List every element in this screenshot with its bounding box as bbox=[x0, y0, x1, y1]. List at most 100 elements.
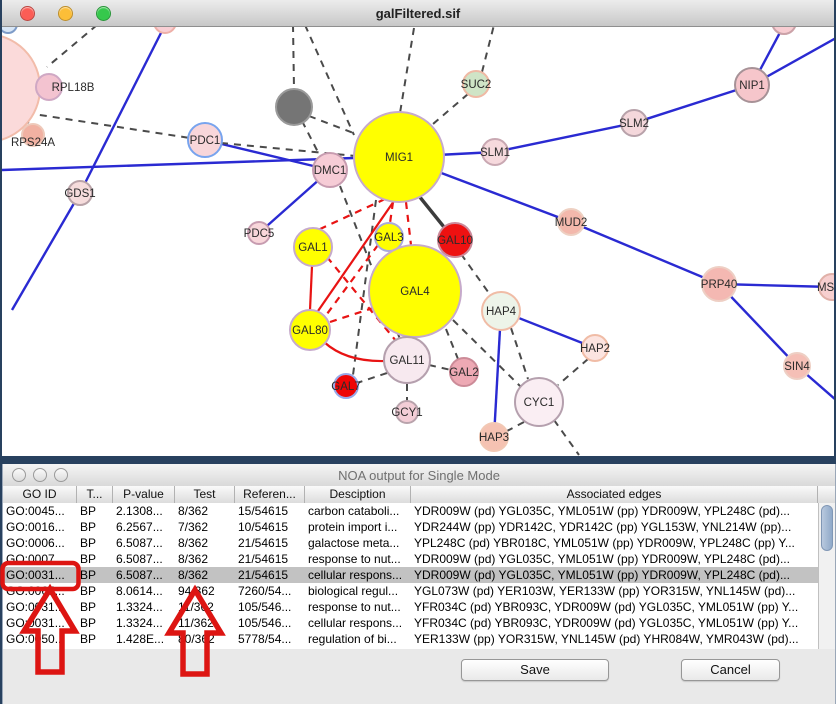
table-cell: 7260/54... bbox=[235, 583, 305, 599]
graph-edge[interactable] bbox=[433, 94, 468, 124]
table-cell: BP bbox=[77, 631, 113, 647]
graph-edge[interactable] bbox=[634, 85, 752, 123]
table-cell: galactose meta... bbox=[305, 535, 411, 551]
column-header[interactable]: Desciption bbox=[305, 486, 411, 503]
graph-edge[interactable] bbox=[495, 123, 634, 152]
graph-node-label: MIG1 bbox=[385, 152, 413, 164]
table-cell: 94/362 bbox=[175, 583, 235, 599]
table-cell: 11/362 bbox=[175, 599, 235, 615]
table-cell: GO:0031... bbox=[3, 567, 77, 583]
graph-node-label: GAL10 bbox=[437, 235, 473, 247]
graph-edge[interactable] bbox=[429, 365, 451, 370]
graph-node-label: PRP40 bbox=[701, 279, 737, 291]
graph-edge[interactable] bbox=[571, 222, 719, 284]
table-cell: 5778/54... bbox=[235, 631, 305, 647]
graph-edge[interactable] bbox=[461, 254, 491, 296]
table-cell: BP bbox=[77, 615, 113, 631]
table-header[interactable]: GO IDT...P-valueTestReferen...Desciption… bbox=[3, 486, 835, 504]
graph-edge[interactable] bbox=[507, 422, 524, 431]
graph-node-label: SIN4 bbox=[784, 361, 810, 373]
table-cell: BP bbox=[77, 503, 113, 519]
table-cell: 8/362 bbox=[175, 567, 235, 583]
table-cell: YDR009W (pd) YGL035C, YML051W (pp) YDR00… bbox=[411, 503, 818, 519]
graph-edge[interactable] bbox=[558, 359, 588, 385]
column-header[interactable]: Test bbox=[175, 486, 235, 503]
scrollbar-thumb[interactable] bbox=[821, 505, 833, 551]
graph-window-titlebar[interactable]: galFiltered.sif bbox=[2, 0, 834, 27]
noa-output-window: NOA output for Single Mode GO IDT...P-va… bbox=[2, 464, 836, 704]
graph-edge[interactable] bbox=[406, 202, 411, 245]
graph-node-label: RPL18B bbox=[52, 82, 95, 94]
save-button[interactable]: Save bbox=[461, 659, 609, 681]
graph-edge[interactable] bbox=[446, 329, 458, 359]
graph-edge[interactable] bbox=[12, 193, 80, 310]
table-cell: 105/546... bbox=[235, 599, 305, 615]
table-cell: 8/362 bbox=[175, 503, 235, 519]
table-cell: 8/362 bbox=[175, 535, 235, 551]
table-row[interactable]: GO:0045...BP2.1308...8/36215/54615carbon… bbox=[3, 503, 818, 519]
graph-node-label: GAL4 bbox=[400, 286, 430, 298]
column-header[interactable]: GO ID bbox=[3, 486, 77, 503]
graph-node-label: DMC1 bbox=[314, 165, 347, 177]
column-header[interactable]: Associated edges bbox=[411, 486, 818, 503]
table-cell: 21/54615 bbox=[235, 535, 305, 551]
table-cell: GO:0045... bbox=[3, 503, 77, 519]
graph-edge[interactable] bbox=[330, 308, 373, 322]
table-cell: carbon cataboli... bbox=[305, 503, 411, 519]
column-header[interactable]: P-value bbox=[113, 486, 175, 503]
graph-node-label: HAP4 bbox=[486, 306, 517, 318]
table-cell: cellular respons... bbox=[305, 567, 411, 583]
table-cell: GO:0007... bbox=[3, 551, 77, 567]
table-cell: 7/362 bbox=[175, 519, 235, 535]
graph-edge[interactable] bbox=[511, 328, 528, 379]
cancel-button[interactable]: Cancel bbox=[681, 659, 780, 681]
table-cell: YDR009W (pd) YGL035C, YML051W (pp) YDR00… bbox=[411, 551, 818, 567]
table-cell: 6.5087... bbox=[113, 567, 175, 583]
table-cell: 6.5087... bbox=[113, 535, 175, 551]
graph-node-gray-node[interactable] bbox=[276, 89, 312, 125]
graph-node-label: GDS1 bbox=[64, 188, 95, 200]
table-row[interactable]: GO:0050...BP1.428E...80/3625778/54...reg… bbox=[3, 631, 818, 647]
graph-window-title: galFiltered.sif bbox=[2, 6, 834, 21]
table-cell: 15/54615 bbox=[235, 503, 305, 519]
graph-edge[interactable] bbox=[310, 266, 312, 310]
table-row[interactable]: GO:0006...BP6.5087...8/36221/54615galact… bbox=[3, 535, 818, 551]
vertical-scrollbar[interactable] bbox=[818, 503, 835, 649]
table-cell: 105/546... bbox=[235, 615, 305, 631]
table-cell: response to nut... bbox=[305, 551, 411, 567]
network-canvas[interactable]: RPL18BRPS24AGDS1PDC1DMC1MIG1SUC2SLM1SLM2… bbox=[2, 0, 834, 456]
graph-node-label: HAP3 bbox=[479, 432, 509, 444]
table-row[interactable]: GO:0007...BP6.5087...8/36221/54615respon… bbox=[3, 551, 818, 567]
table-cell: 1.3324... bbox=[113, 615, 175, 631]
table-cell: BP bbox=[77, 535, 113, 551]
table-row[interactable]: GO:0065...BP8.0614...94/3627260/54...bio… bbox=[3, 583, 818, 599]
graph-edge[interactable] bbox=[293, 25, 294, 89]
table-row[interactable]: GO:0031...BP6.5087...8/36221/54615cellul… bbox=[3, 567, 818, 583]
graph-edge[interactable] bbox=[482, 25, 494, 72]
table-cell: 1.428E... bbox=[113, 631, 175, 647]
graph-edge[interactable] bbox=[400, 28, 414, 113]
column-header[interactable]: Referen... bbox=[235, 486, 305, 503]
graph-node-label: HAP2 bbox=[580, 343, 610, 355]
graph-edge[interactable] bbox=[357, 373, 387, 383]
graph-edge[interactable] bbox=[205, 140, 330, 170]
table-cell: regulation of bi... bbox=[305, 631, 411, 647]
table-cell: 21/54615 bbox=[235, 567, 305, 583]
table-cell: biological regul... bbox=[305, 583, 411, 599]
column-header[interactable]: T... bbox=[77, 486, 113, 503]
graph-edge[interactable] bbox=[554, 420, 579, 455]
table-cell: 8/362 bbox=[175, 551, 235, 567]
table-cell: YDR009W (pd) YGL035C, YML051W (pp) YDR00… bbox=[411, 567, 818, 583]
table-row[interactable]: GO:0016...BP6.2567...7/36210/54615protei… bbox=[3, 519, 818, 535]
graph-node-label: PDC1 bbox=[190, 135, 221, 147]
table-cell: GO:0006... bbox=[3, 535, 77, 551]
graph-edge[interactable] bbox=[47, 25, 97, 67]
graph-node-label: GAL1 bbox=[298, 242, 327, 254]
table-cell: 11/362 bbox=[175, 615, 235, 631]
noa-window-titlebar[interactable]: NOA output for Single Mode bbox=[3, 464, 835, 487]
table-row[interactable]: GO:0031...BP1.3324...11/362105/546...res… bbox=[3, 599, 818, 615]
graph-node-label: RPS24A bbox=[11, 137, 55, 149]
graph-edge[interactable] bbox=[324, 342, 385, 361]
table-row[interactable]: GO:0031...BP1.3324...11/362105/546...cel… bbox=[3, 615, 818, 631]
graph-edge[interactable] bbox=[305, 25, 354, 135]
